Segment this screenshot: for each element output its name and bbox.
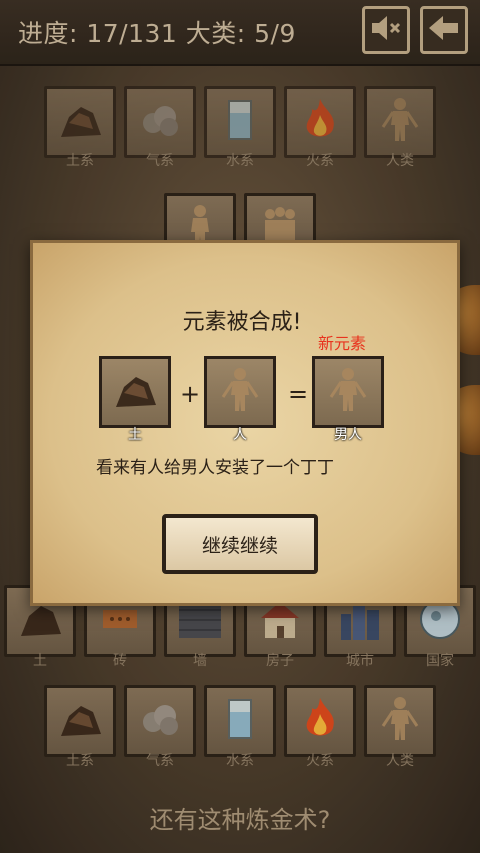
- recipe-label: 人: [233, 427, 247, 443]
- recipe-label: 土: [128, 427, 142, 443]
- modal-description: 看来有人给男人安装了一个丁丁: [96, 458, 334, 478]
- new-element-badge: 新元素: [318, 334, 367, 353]
- equals-sign: =: [288, 380, 309, 408]
- recipe-label: 男人: [334, 427, 362, 443]
- modal-title: 元素被合成!: [182, 310, 302, 335]
- human-icon: [221, 368, 259, 411]
- man-icon: [329, 368, 367, 411]
- recipe-output-man: [312, 356, 384, 428]
- plus-sign: +: [180, 380, 201, 408]
- recipe-input-human: [204, 356, 276, 428]
- continue-button[interactable]: 继续继续: [162, 514, 318, 574]
- recipe-input-earth: [99, 356, 171, 428]
- rock-icon: [116, 377, 156, 407]
